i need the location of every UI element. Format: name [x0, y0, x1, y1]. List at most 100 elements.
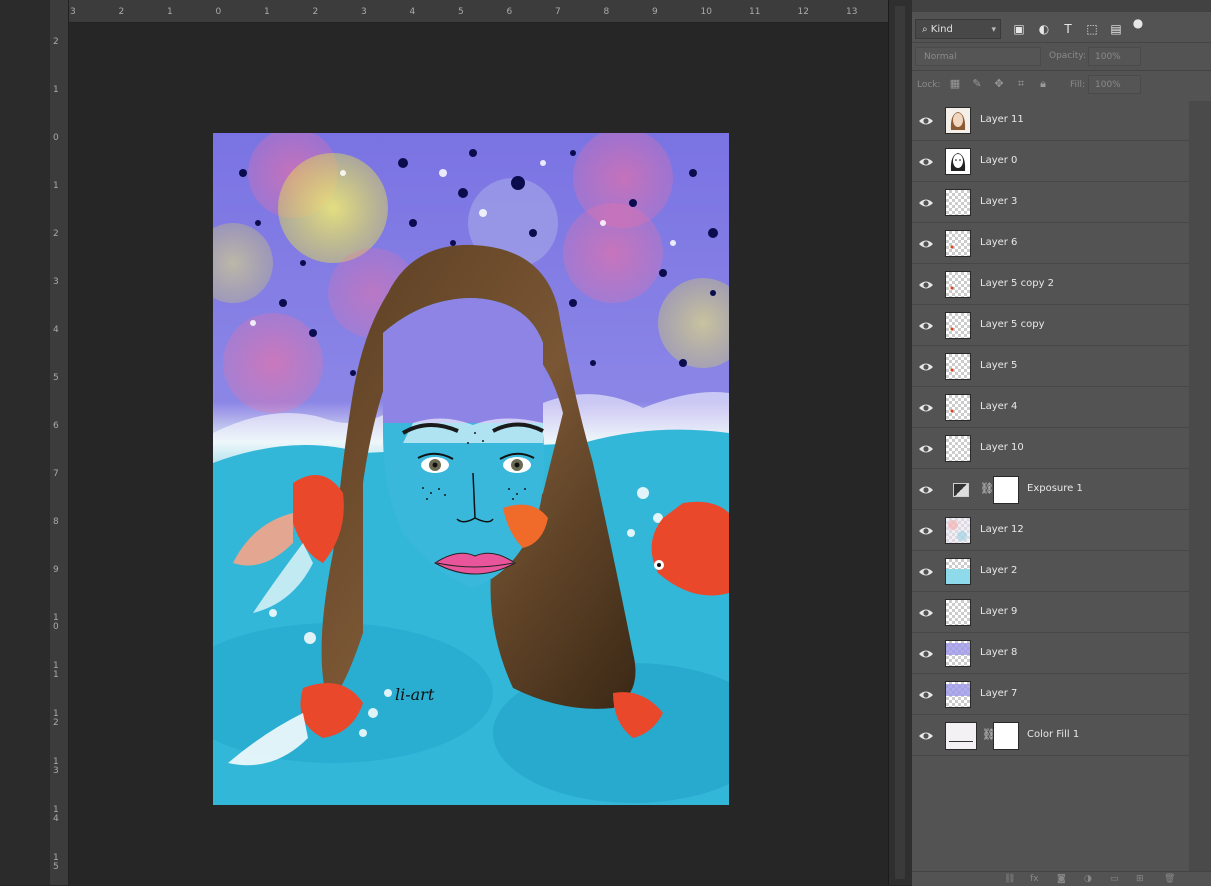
layer-row[interactable]: Layer 3 [912, 183, 1189, 223]
artwork-canvas[interactable]: li-art [213, 133, 729, 805]
layer-thumbnail[interactable] [945, 681, 971, 708]
pixel-filter-icon[interactable]: ▣ [1011, 20, 1027, 38]
layer-row[interactable]: Layer 5 copy 2 [912, 265, 1189, 305]
eye-icon[interactable] [918, 687, 934, 701]
layer-name[interactable]: Layer 6 [980, 237, 1017, 248]
layer-name[interactable]: Layer 5 copy [980, 319, 1044, 330]
layer-name[interactable]: Layer 10 [980, 442, 1024, 453]
layer-row[interactable]: Layer 7 [912, 675, 1189, 715]
adjustment-filter-icon[interactable]: ◐ [1036, 20, 1052, 38]
lock-all-icon[interactable]: 🔒︎ [1036, 77, 1050, 91]
chevron-down-icon: ▾ [991, 25, 996, 35]
layer-thumbnail[interactable] [945, 640, 971, 667]
layer-thumbnail[interactable] [945, 435, 971, 462]
ruler-tick-label: 1 [53, 85, 59, 95]
eye-icon[interactable] [918, 236, 934, 250]
lock-transparent-icon[interactable]: ▦ [948, 77, 962, 91]
ruler-tick-label: 11 [749, 7, 761, 17]
layer-name[interactable]: Color Fill 1 [1027, 729, 1079, 740]
scrollbar-track[interactable] [895, 6, 905, 879]
canvas-scrollbar[interactable] [888, 0, 913, 885]
layer-thumbnail[interactable] [945, 517, 971, 544]
layer-row[interactable]: Layer 8 [912, 634, 1189, 674]
lock-position-icon[interactable]: ✥ [992, 77, 1006, 91]
eye-icon[interactable] [918, 482, 934, 496]
eye-icon[interactable] [918, 728, 934, 742]
layer-thumbnail[interactable] [945, 558, 971, 585]
eye-icon[interactable] [918, 523, 934, 537]
layer-name[interactable]: Layer 0 [980, 155, 1017, 166]
layer-name[interactable]: Layer 8 [980, 647, 1017, 658]
layer-row[interactable]: Layer 4 [912, 388, 1189, 428]
layer-row[interactable]: ⛓ Color Fill 1 [912, 716, 1189, 756]
smart-object-filter-icon[interactable]: ▤ [1108, 20, 1124, 38]
lock-artboard-icon[interactable]: ⌗ [1014, 77, 1028, 91]
mask-link-icon[interactable]: ⛓ [980, 482, 994, 495]
blend-mode-select[interactable]: Normal [915, 47, 1041, 66]
adjustment-icon[interactable]: ◑ [1084, 874, 1092, 884]
layer-mask-thumbnail[interactable] [993, 476, 1019, 504]
layer-row[interactable]: ⛓ Exposure 1 [912, 470, 1189, 510]
layer-row[interactable]: Layer 9 [912, 593, 1189, 633]
layer-row[interactable]: Layer 6 [912, 224, 1189, 264]
layer-row[interactable]: Layer 2 [912, 552, 1189, 592]
opacity-field[interactable]: 100% [1088, 47, 1141, 66]
lock-brush-icon[interactable]: ✎ [970, 77, 984, 91]
mask-icon[interactable]: ◙ [1057, 874, 1066, 884]
filter-toggle-icon[interactable]: ● [1130, 14, 1146, 32]
fill-field[interactable]: 100% [1088, 75, 1141, 94]
layer-name[interactable]: Layer 2 [980, 565, 1017, 576]
layer-name[interactable]: Layer 4 [980, 401, 1017, 412]
eye-icon[interactable] [918, 154, 934, 168]
eye-icon[interactable] [918, 195, 934, 209]
layer-thumbnail[interactable] [945, 271, 971, 298]
layer-row[interactable]: Layer 0 [912, 142, 1189, 182]
layer-thumbnail[interactable] [945, 148, 971, 175]
fx-icon[interactable]: fx [1030, 874, 1039, 884]
layer-row[interactable]: Layer 5 copy [912, 306, 1189, 346]
layer-row[interactable]: Layer 11 [912, 101, 1189, 141]
eye-icon[interactable] [918, 359, 934, 373]
layer-thumbnail[interactable] [945, 394, 971, 421]
new-layer-icon[interactable]: ⊞ [1136, 874, 1144, 884]
layer-name[interactable]: Layer 12 [980, 524, 1024, 535]
link-icon[interactable]: ⛓ [1004, 874, 1015, 884]
eye-icon[interactable] [918, 605, 934, 619]
eye-icon[interactable] [918, 277, 934, 291]
layer-thumbnail[interactable] [945, 107, 971, 134]
layer-row[interactable]: Layer 12 [912, 511, 1189, 551]
layer-thumbnail[interactable] [945, 599, 971, 626]
eye-icon[interactable] [918, 646, 934, 660]
shape-filter-icon[interactable]: ⬚ [1084, 20, 1100, 38]
ruler-tick-label: 11 [53, 661, 59, 680]
ruler-tick-label: 1 [264, 7, 270, 17]
color-fill-thumbnail[interactable] [945, 722, 977, 750]
layer-name[interactable]: Layer 7 [980, 688, 1017, 699]
layer-name[interactable]: Layer 5 copy 2 [980, 278, 1054, 289]
layer-name[interactable]: Layer 5 [980, 360, 1017, 371]
layer-thumbnail[interactable] [945, 312, 971, 339]
layer-thumbnail[interactable] [945, 353, 971, 380]
ruler-tick-label: 0 [215, 7, 222, 17]
eye-icon[interactable] [918, 564, 934, 578]
trash-icon[interactable]: 🗑︎ [1164, 874, 1175, 884]
layer-name[interactable]: Layer 3 [980, 196, 1017, 207]
layer-row[interactable]: Layer 5 [912, 347, 1189, 387]
layer-thumbnail[interactable] [945, 230, 971, 257]
layer-name[interactable]: Layer 9 [980, 606, 1017, 617]
eye-icon[interactable] [918, 441, 934, 455]
layer-thumbnail[interactable] [945, 189, 971, 216]
filter-kind-select[interactable]: ⌕ Kind ▾ [915, 19, 1001, 39]
eye-icon[interactable] [918, 400, 934, 414]
horizontal-ruler[interactable]: 3 2 1 0 1 2 3 4 5 6 7 8 9 10 11 12 13 [68, 0, 888, 23]
eye-icon[interactable] [918, 113, 934, 127]
vertical-ruler[interactable]: 2 1 0 1 2 3 4 5 6 7 8 9 10 11 12 13 14 15 [50, 0, 69, 885]
layer-name[interactable]: Exposure 1 [1027, 483, 1083, 494]
layer-mask-thumbnail[interactable] [993, 722, 1019, 750]
eye-icon[interactable] [918, 318, 934, 332]
group-icon[interactable]: ▭ [1110, 874, 1119, 884]
layer-name[interactable]: Layer 11 [980, 114, 1024, 125]
type-filter-icon[interactable]: T [1060, 20, 1076, 38]
layer-row[interactable]: Layer 10 [912, 429, 1189, 469]
layers-scrollbar[interactable] [1189, 101, 1211, 871]
